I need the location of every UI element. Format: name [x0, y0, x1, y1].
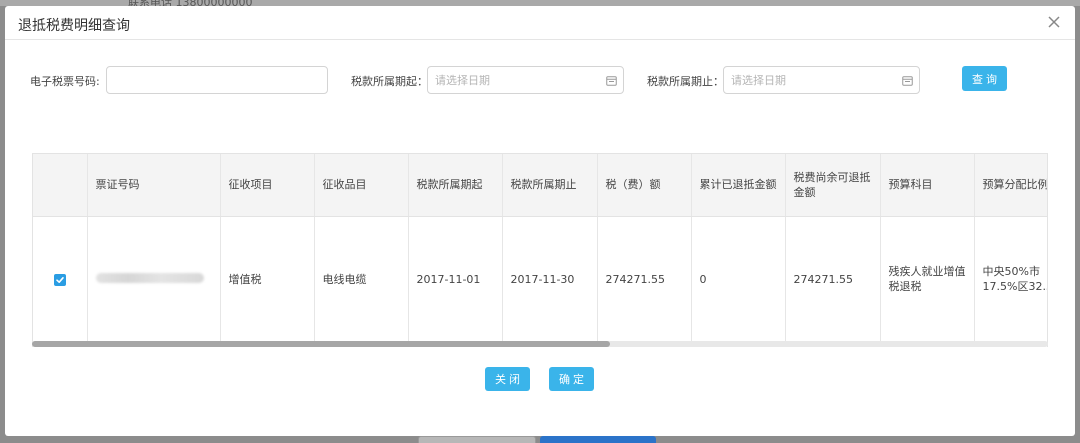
cell-period-end: 2017-11-30 [502, 216, 598, 342]
cell-ticket-number [87, 216, 221, 342]
cell-remaining: 274271.55 [785, 216, 881, 342]
header-budget-ratio: 预算分配比例 [974, 154, 1047, 217]
calendar-icon[interactable] [606, 75, 617, 86]
dialog-title: 退抵税费明细查询 [18, 18, 130, 34]
table-row[interactable]: 增值税 电线电缆 2017-11-01 2017-11-30 274271.55… [33, 216, 1047, 342]
scrollbar-thumb[interactable] [32, 341, 610, 347]
row-check-cell[interactable] [33, 216, 88, 342]
close-button[interactable]: 关闭 [485, 367, 530, 391]
header-period-end: 税款所属期止 [502, 154, 598, 217]
cell-budget-subject: 残疾人就业增值税退税 [880, 216, 975, 342]
results-table: 票证号码 征收项目 征收品目 税款所属期起 税款所属期止 税（费）额 累计已退抵… [32, 153, 1048, 347]
cell-period-start: 2017-11-01 [408, 216, 503, 342]
ticket-number-input[interactable] [106, 66, 328, 94]
table-header-row: 票证号码 征收项目 征收品目 税款所属期起 税款所属期止 税（费）额 累计已退抵… [33, 154, 1047, 217]
header-tax-amount: 税（费）额 [597, 154, 692, 217]
header-levy-item: 征收项目 [220, 154, 315, 217]
cell-budget-ratio: 中央50%市17.5%区32.5% [974, 216, 1047, 342]
background-button [418, 436, 536, 443]
cell-tax-amount: 274271.55 [597, 216, 692, 342]
header-check-cell [33, 154, 88, 217]
header-levy-category: 征收品目 [314, 154, 409, 217]
header-budget-subject: 预算科目 [880, 154, 975, 217]
table-horizontal-scrollbar[interactable] [32, 341, 1048, 347]
header-remaining: 税费尚余可退抵金额 [785, 154, 881, 217]
header-ticket-number: 票证号码 [87, 154, 221, 217]
period-end-label: 税款所属期止： [647, 75, 724, 88]
row-checkbox[interactable] [53, 273, 66, 286]
confirm-button[interactable]: 确定 [549, 367, 594, 391]
period-end-field[interactable] [723, 66, 920, 94]
period-end-input[interactable] [724, 67, 919, 93]
cell-refunded-total: 0 [691, 216, 786, 342]
period-start-label: 税款所属期起： [351, 75, 428, 88]
background-primary-button [540, 436, 656, 443]
header-period-start: 税款所属期起 [408, 154, 503, 217]
query-button[interactable]: 查询 [962, 66, 1007, 91]
cell-levy-item: 增值税 [220, 216, 315, 342]
ticket-number-label: 电子税票号码: [30, 75, 100, 88]
close-icon[interactable] [1047, 15, 1061, 29]
period-start-field[interactable] [427, 66, 624, 94]
cell-levy-category: 电线电缆 [314, 216, 409, 342]
calendar-icon[interactable] [902, 75, 913, 86]
header-refunded-total: 累计已退抵金额 [691, 154, 786, 217]
dialog-header: 退抵税费明细查询 [5, 6, 1075, 40]
period-start-input[interactable] [428, 67, 623, 93]
blurred-ticket-number [95, 272, 204, 283]
refund-detail-dialog: 退抵税费明细查询 电子税票号码: 税款所属期起： 税款所属期止： [5, 6, 1075, 436]
